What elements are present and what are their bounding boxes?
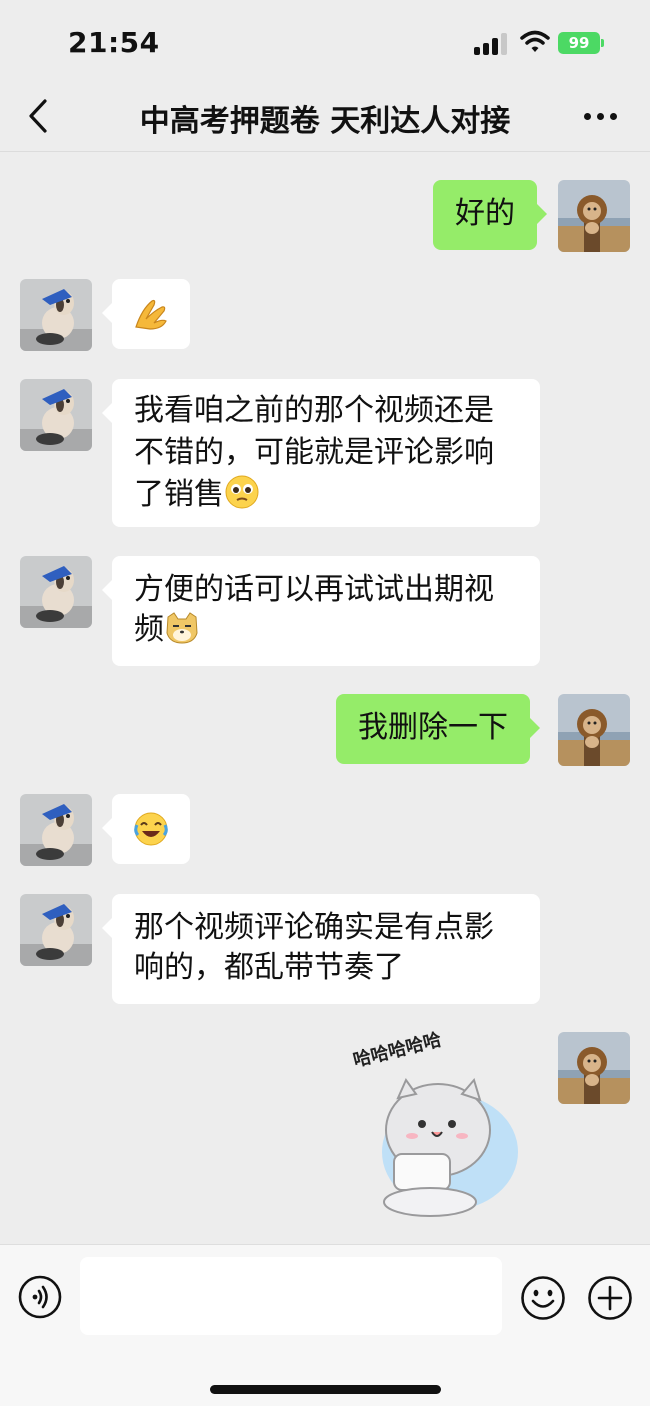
- message-incoming: [0, 794, 650, 866]
- input-bar: [0, 1244, 650, 1406]
- my-avatar[interactable]: [558, 694, 630, 766]
- message-outgoing: 我删除一下: [0, 694, 650, 766]
- chat-header: 中高考押题卷 天利达人对接: [0, 84, 650, 152]
- wifi-icon: [520, 30, 550, 52]
- message-bubble[interactable]: [102, 279, 190, 349]
- chat-title: 中高考押题卷 天利达人对接: [139, 104, 511, 139]
- contact-avatar[interactable]: [20, 279, 92, 351]
- my-avatar[interactable]: [558, 180, 630, 252]
- plus-icon[interactable]: [587, 1275, 633, 1321]
- status-time: 21:54: [68, 26, 160, 59]
- pleading-face-emoji: [225, 475, 259, 509]
- message-text: 那个视频评论确实是有点影响的，都乱带节奏了: [134, 910, 494, 985]
- my-avatar[interactable]: [558, 1032, 630, 1104]
- signal-icon: [474, 33, 510, 55]
- message-incoming: 我看咱之前的那个视频还是不错的，可能就是评论影响了销售: [0, 379, 650, 527]
- contact-avatar[interactable]: [20, 894, 92, 966]
- message-bubble[interactable]: 那个视频评论确实是有点影响的，都乱带节奏了: [102, 894, 540, 1004]
- contact-avatar[interactable]: [20, 794, 92, 866]
- emoji-icon[interactable]: [520, 1275, 566, 1321]
- voice-icon[interactable]: [18, 1275, 62, 1319]
- message-text: 好的: [455, 196, 515, 231]
- message-bubble[interactable]: 好的: [433, 180, 547, 250]
- message-input[interactable]: [80, 1257, 502, 1335]
- doge-emoji: [166, 612, 198, 644]
- battery-icon: 99: [558, 32, 604, 54]
- message-incoming: 那个视频评论确实是有点影响的，都乱带节奏了: [0, 894, 650, 1004]
- battery-level: 99: [558, 32, 600, 54]
- laughing-cat-sticker[interactable]: 哈哈哈哈哈: [340, 1029, 540, 1228]
- message-outgoing: 好的: [0, 180, 650, 256]
- message-bubble[interactable]: 方便的话可以再试试出期视频: [102, 556, 540, 666]
- message-text: 我看咱之前的那个视频还是不错的，可能就是评论影响了销售: [134, 393, 494, 512]
- message-bubble[interactable]: [102, 794, 190, 864]
- message-incoming: 方便的话可以再试试出期视频: [0, 556, 650, 666]
- chevron-left-icon[interactable]: [26, 98, 52, 134]
- home-indicator: [210, 1385, 441, 1394]
- message-incoming: [0, 279, 650, 351]
- message-bubble[interactable]: 我看咱之前的那个视频还是不错的，可能就是评论影响了销售: [102, 379, 540, 527]
- message-text: 我删除一下: [358, 710, 508, 745]
- rolling-laughing-emoji: [134, 812, 168, 846]
- status-bar: 21:54 99: [0, 0, 650, 84]
- message-outgoing: [0, 1032, 650, 1232]
- contact-avatar[interactable]: [20, 556, 92, 628]
- ok-hand-emoji: [135, 299, 167, 330]
- message-bubble[interactable]: 我删除一下: [336, 694, 540, 764]
- contact-avatar[interactable]: [20, 379, 92, 451]
- more-dots-icon[interactable]: [580, 104, 622, 128]
